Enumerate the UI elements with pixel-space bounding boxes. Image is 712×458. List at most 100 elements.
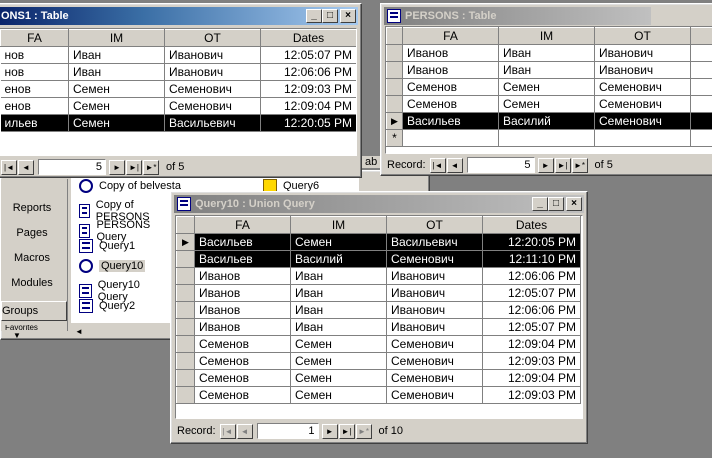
cell[interactable] — [402, 129, 499, 147]
list-item[interactable]: Copy of belvesta — [79, 179, 181, 193]
objects-macros[interactable]: Macros — [1, 247, 63, 269]
cell[interactable]: Иван — [498, 44, 595, 62]
cell[interactable]: ильев — [0, 114, 69, 132]
table-row[interactable]: нов Иван Иванович 12:05:07 PM — [0, 46, 356, 64]
objects-reports[interactable]: Reports — [1, 197, 63, 219]
cell[interactable]: 12:06:06 PM — [482, 301, 581, 319]
column-header[interactable]: Dates — [260, 29, 356, 47]
select-all-corner[interactable] — [176, 216, 195, 234]
column-header[interactable]: IM — [290, 216, 387, 234]
cell[interactable]: Иванович — [386, 318, 483, 336]
row-selector[interactable] — [176, 369, 195, 387]
table-row-selected[interactable]: Васильев Василий Семенович 12:11:10 PM — [176, 250, 581, 268]
row-selector[interactable] — [386, 61, 403, 79]
first-record-button[interactable]: |◄ — [219, 423, 236, 439]
cell[interactable]: Семенов — [402, 78, 499, 96]
column-header[interactable]: IM — [498, 27, 595, 45]
cell[interactable]: 12:09:04 PM — [482, 369, 581, 387]
cell[interactable]: Иванович — [594, 61, 691, 79]
select-all-corner[interactable] — [386, 27, 403, 45]
cell[interactable]: Васильевич — [164, 114, 261, 132]
cell[interactable] — [690, 78, 712, 96]
list-item[interactable]: Query1 — [79, 239, 135, 253]
close-button[interactable]: × — [566, 197, 582, 211]
table-row[interactable]: Иванов Иван Иванович — [386, 61, 712, 79]
table-row[interactable]: нов Иван Иванович 12:06:06 PM — [0, 63, 356, 81]
prev-record-button[interactable]: ◄ — [236, 423, 253, 439]
minimize-button[interactable]: _ — [306, 9, 322, 23]
minimize-button[interactable]: _ — [532, 197, 548, 211]
cell[interactable]: Семенович — [386, 250, 483, 268]
window-titlebar[interactable]: ONS1 : Table _ □ × — [0, 7, 358, 25]
cell[interactable]: Семенович — [386, 386, 483, 404]
table-row[interactable]: енов Семен Семенович 12:09:04 PM — [0, 97, 356, 115]
cell[interactable]: Семен — [290, 352, 387, 370]
cell[interactable] — [594, 129, 691, 147]
cell[interactable]: нов — [0, 63, 69, 81]
record-number-input[interactable]: 5 — [38, 159, 106, 175]
cell[interactable]: Семенович — [594, 112, 691, 130]
cell[interactable]: Иванович — [164, 63, 261, 81]
cell[interactable]: 12:06:06 PM — [260, 63, 356, 81]
cell[interactable]: Иван — [68, 46, 165, 64]
table-row[interactable]: енов Семен Семенович 12:09:03 PM — [0, 80, 356, 98]
new-row[interactable]: * — [386, 129, 712, 147]
column-header[interactable]: OT — [386, 216, 483, 234]
cell[interactable]: 12:09:03 PM — [482, 386, 581, 404]
cell[interactable]: Иван — [290, 318, 387, 336]
row-selector[interactable] — [176, 250, 195, 268]
cell[interactable]: 12:09:03 PM — [260, 80, 356, 98]
groups-button[interactable]: Groups — [1, 301, 67, 321]
window-titlebar[interactable]: Query10 : Union Query _ □ × — [174, 195, 584, 213]
table-row[interactable]: Семенов Семен Семенович — [386, 78, 712, 96]
cell[interactable]: Иван — [290, 284, 387, 302]
table-row-selected[interactable]: ильев Семен Васильевич 12:20:05 PM — [0, 114, 356, 132]
row-selector[interactable] — [176, 318, 195, 336]
cell[interactable]: Васильев — [402, 112, 499, 130]
cell[interactable]: Семенович — [386, 352, 483, 370]
table-row[interactable]: Иванов Иван Иванович — [386, 44, 712, 62]
window-titlebar[interactable]: PERSONS : Table — [384, 7, 651, 25]
cell[interactable]: Семенович — [164, 80, 261, 98]
new-record-marker[interactable]: * — [386, 129, 403, 147]
new-record-button[interactable]: ►* — [143, 159, 159, 175]
next-record-button[interactable]: ► — [109, 159, 125, 175]
cell[interactable]: Иван — [68, 63, 165, 81]
record-number-input[interactable]: 1 — [256, 423, 319, 439]
column-header[interactable]: OT — [594, 27, 691, 45]
cell[interactable]: 12:20:05 PM — [482, 233, 581, 251]
row-selector[interactable] — [176, 352, 195, 370]
cell[interactable]: 12:06:06 PM — [482, 267, 581, 285]
cell[interactable]: Семен — [68, 80, 165, 98]
cell[interactable]: Семенович — [386, 335, 483, 353]
table-row[interactable]: Иванов Иван Иванович 12:05:07 PM — [176, 318, 581, 336]
table-row[interactable]: Иванов Иван Иванович 12:06:06 PM — [176, 267, 581, 285]
cell[interactable]: Семенов — [194, 386, 291, 404]
table-row[interactable]: Семенов Семен Семенович 12:09:03 PM — [176, 352, 581, 370]
table-row[interactable]: Иванов Иван Иванович 12:06:06 PM — [176, 301, 581, 319]
cell[interactable]: Иванов — [402, 44, 499, 62]
cell[interactable]: Иванович — [386, 284, 483, 302]
cell[interactable]: Семенов — [194, 369, 291, 387]
cell[interactable]: Семенович — [386, 369, 483, 387]
column-header[interactable]: FA — [402, 27, 499, 45]
cell[interactable]: Иванов — [194, 301, 291, 319]
next-record-button[interactable]: ► — [321, 423, 338, 439]
column-header-empty[interactable] — [690, 27, 712, 45]
cell[interactable]: Семен — [290, 369, 387, 387]
cell[interactable]: Иванович — [594, 44, 691, 62]
cell[interactable]: Иван — [290, 301, 387, 319]
cell[interactable]: Семен — [290, 233, 387, 251]
row-selector[interactable] — [176, 386, 195, 404]
cell[interactable] — [690, 44, 712, 62]
last-record-button[interactable]: ►| — [126, 159, 142, 175]
cell[interactable]: Семен — [498, 95, 595, 113]
cell[interactable]: енов — [0, 80, 69, 98]
row-selector[interactable] — [386, 44, 403, 62]
cell[interactable]: Семен — [290, 386, 387, 404]
list-item-selected[interactable]: Query10 — [79, 259, 146, 273]
first-record-button[interactable]: |◄ — [1, 159, 17, 175]
cell[interactable]: 12:05:07 PM — [260, 46, 356, 64]
next-record-button[interactable]: ► — [537, 157, 554, 173]
maximize-button[interactable]: □ — [548, 197, 564, 211]
